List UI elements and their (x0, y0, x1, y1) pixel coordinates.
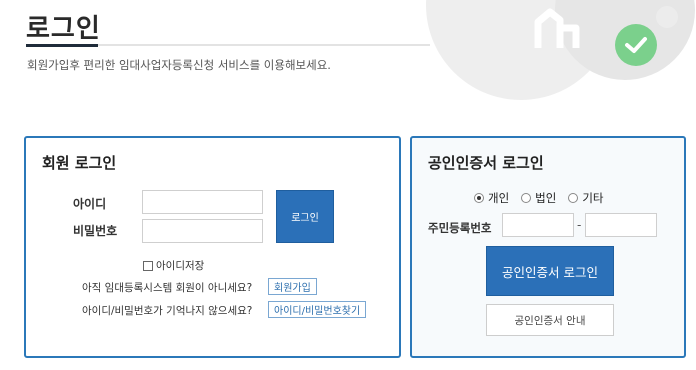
rrn-back-input[interactable] (585, 213, 657, 237)
member-login-title: 회원 로그인 (42, 154, 117, 172)
cert-login-button[interactable]: 공인인증서 로그인 (486, 246, 614, 296)
forgot-text: 아이디/비밀번호가 기억나지 않으세요? (82, 305, 253, 317)
id-label: 아이디 (73, 197, 107, 211)
page-title: 로그인 (26, 14, 101, 44)
radio-corporation[interactable]: 법인 (521, 190, 556, 206)
radio-other[interactable]: 기타 (568, 190, 604, 206)
header-decoration (420, 0, 696, 100)
password-input[interactable] (142, 219, 263, 243)
cert-guide-button[interactable]: 공인인증서 안내 (486, 304, 614, 336)
rrn-front-input[interactable] (502, 213, 574, 237)
cert-login-panel: 공인인증서 로그인 개인 법인 기타 주민등록번호 - 공인인증서 로그인 공인… (410, 136, 686, 358)
check-circle-icon (615, 24, 657, 66)
radio-icon[interactable] (568, 193, 579, 203)
radio-corporation-label: 법인 (535, 191, 557, 205)
title-accent-bar (26, 44, 98, 47)
password-label: 비밀번호 (73, 224, 118, 238)
radio-icon[interactable] (474, 193, 484, 203)
page-subtitle: 회원가입후 편리한 임대사업자등록신청 서비스를 이용해보세요. (27, 58, 331, 72)
cert-login-title: 공인인증서 로그인 (428, 154, 544, 172)
house-outline-icon (534, 8, 580, 48)
rrn-separator: - (577, 218, 582, 232)
rrn-label: 주민등록번호 (428, 221, 492, 235)
find-id-password-button[interactable]: 아이디/비밀번호찾기 (268, 301, 367, 318)
id-input[interactable] (142, 190, 263, 214)
no-account-text: 아직 임대등록시스템 회원이 아니세요? (82, 282, 253, 294)
radio-icon[interactable] (521, 193, 532, 203)
login-button[interactable]: 로그인 (276, 190, 334, 243)
radio-other-label: 기타 (582, 191, 604, 205)
save-id-checkbox[interactable]: 아이디저장 (143, 258, 204, 273)
user-type-radio-group: 개인 법인 기타 (474, 190, 616, 206)
decor-circle (656, 6, 678, 28)
checkbox-icon[interactable] (143, 260, 153, 271)
radio-individual[interactable]: 개인 (474, 190, 509, 206)
join-button[interactable]: 회원가입 (268, 278, 317, 295)
save-id-label: 아이디저장 (156, 260, 205, 272)
member-login-panel: 회원 로그인 아이디 비밀번호 로그인 아이디저장 아직 임대등록시스템 회원이… (24, 136, 401, 358)
radio-individual-label: 개인 (488, 191, 510, 205)
